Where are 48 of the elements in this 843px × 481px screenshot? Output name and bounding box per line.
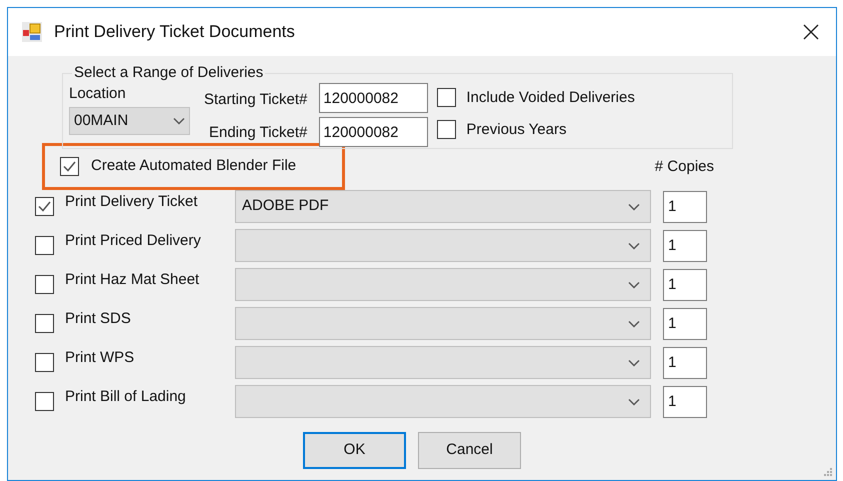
checkbox[interactable]	[35, 353, 54, 372]
ending-ticket-field[interactable]: 120000082	[319, 117, 428, 147]
app-icon	[21, 21, 43, 43]
document-label: Print Priced Delivery	[65, 231, 202, 252]
close-icon	[802, 23, 820, 41]
printer-dropdown[interactable]: ADOBE PDF	[235, 190, 651, 223]
group-legend: Select a Range of Deliveries	[72, 64, 266, 82]
copies-field[interactable]: 1	[663, 386, 707, 418]
window-title: Print Delivery Ticket Documents	[54, 21, 295, 44]
copies-field[interactable]: 1	[663, 230, 707, 262]
checkbox[interactable]	[437, 120, 456, 139]
dialog-button[interactable]: Cancel	[418, 432, 521, 469]
copies-field[interactable]: 1	[663, 346, 707, 378]
checkbox[interactable]	[35, 236, 54, 255]
resize-grip-icon	[823, 467, 833, 477]
chevron-down-icon	[628, 202, 640, 210]
option-label: Previous Years	[466, 120, 566, 138]
copies-field[interactable]: 1	[663, 190, 707, 222]
starting-ticket-field[interactable]: 120000082	[319, 83, 428, 113]
checkbox[interactable]	[35, 197, 54, 216]
chevron-down-icon	[628, 320, 640, 328]
copies-field[interactable]: 1	[663, 308, 707, 340]
blender-label: Create Automated Blender File	[91, 156, 296, 176]
chevron-down-icon	[628, 242, 640, 250]
checkmark-icon	[37, 199, 52, 214]
chevron-down-icon	[628, 398, 640, 406]
location-label: Location	[69, 85, 127, 103]
document-label: Print SDS	[65, 309, 132, 330]
copies-header: # Copies	[654, 156, 714, 176]
option-label: Include Voided Deliveries	[466, 88, 635, 106]
chevron-down-icon	[173, 117, 185, 125]
starting-ticket-label: Starting Ticket#	[204, 91, 308, 109]
checkbox[interactable]	[35, 314, 54, 333]
document-label: Print WPS	[65, 348, 136, 368]
checkbox[interactable]	[35, 275, 54, 294]
checkbox[interactable]	[35, 392, 54, 411]
document-label: Print Delivery Ticket	[65, 192, 199, 212]
checkbox[interactable]	[60, 157, 79, 176]
document-label: Print Bill of Lading	[65, 387, 187, 408]
chevron-down-icon	[628, 358, 640, 366]
copies-field[interactable]: 1	[663, 268, 707, 300]
dialog-button[interactable]: OK	[303, 432, 406, 469]
checkbox[interactable]	[437, 88, 456, 107]
location-dropdown[interactable]: 00MAIN	[69, 107, 190, 135]
chevron-down-icon	[628, 280, 640, 288]
document-label: Print Haz Mat Sheet	[65, 270, 200, 290]
checkmark-icon	[62, 159, 77, 174]
ending-ticket-label: Ending Ticket#	[208, 124, 308, 142]
